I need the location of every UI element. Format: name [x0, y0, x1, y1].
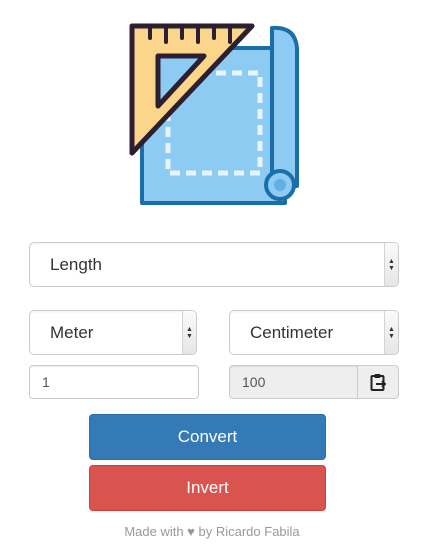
chevron-updown-icon: ▲ ▼ [384, 243, 398, 286]
result-field: 100 [229, 365, 359, 399]
to-unit-select[interactable]: Centimeter ▲ ▼ [229, 310, 399, 355]
category-select[interactable]: Length ▲ ▼ [29, 242, 399, 287]
category-select-label: Length [50, 254, 102, 274]
to-unit-label: Centimeter [250, 322, 334, 342]
chevron-updown-icon: ▲ ▼ [384, 311, 398, 354]
from-unit-select[interactable]: Meter ▲ ▼ [29, 310, 197, 355]
copy-button[interactable] [357, 365, 399, 399]
value-input-text: 1 [42, 374, 50, 390]
clipboard-icon [370, 374, 386, 391]
chevron-updown-icon: ▲ ▼ [182, 311, 196, 354]
converter-page: Length ▲ ▼ Meter ▲ ▼ Centimeter ▲ ▼ 1 100 C… [0, 0, 424, 556]
from-unit-label: Meter [50, 322, 94, 342]
ruler-blueprint-icon [129, 23, 299, 205]
convert-button[interactable]: Convert [89, 414, 326, 460]
value-input[interactable]: 1 [29, 365, 199, 399]
result-text: 100 [242, 374, 266, 390]
invert-button[interactable]: Invert [89, 465, 326, 511]
footer-credit: Made with ♥ by Ricardo Fabila [124, 524, 300, 539]
